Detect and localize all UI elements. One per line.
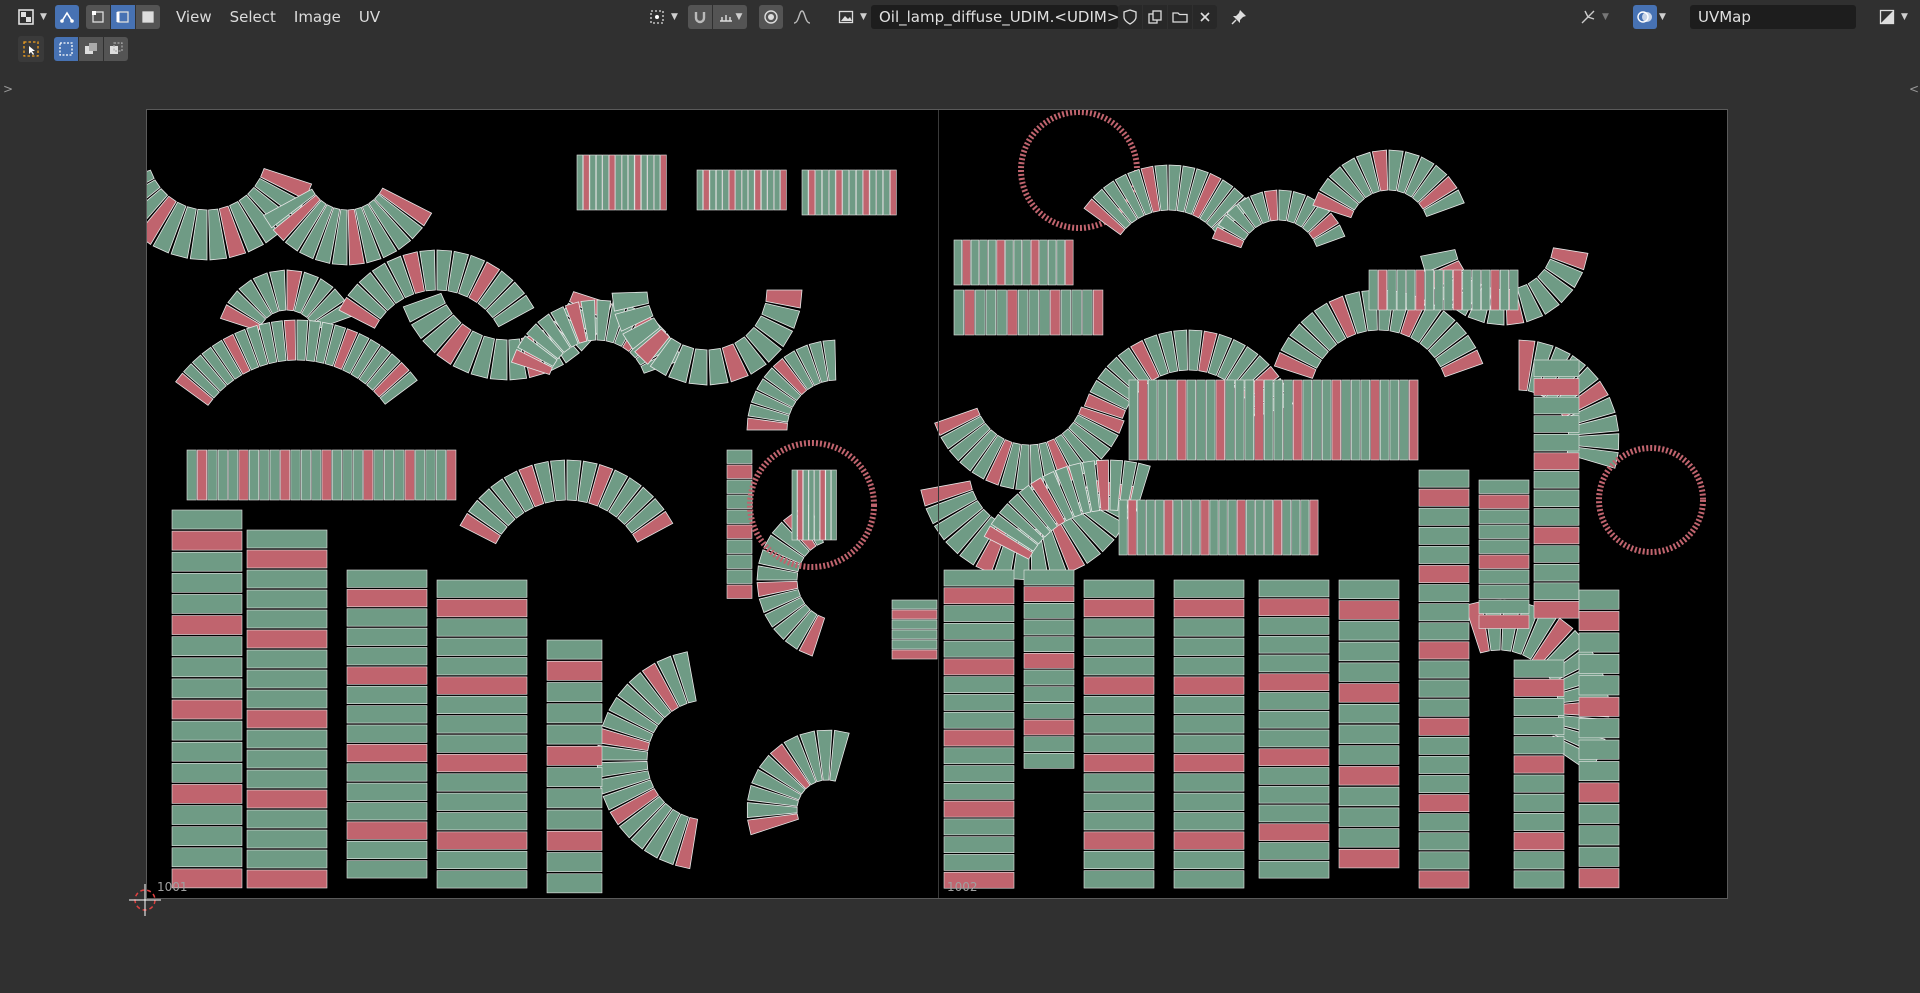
- pivot-point-icon: [645, 5, 669, 29]
- select-extend-icon[interactable]: [79, 37, 103, 61]
- uv-island-arc: [175, 319, 418, 406]
- snap-target-dropdown[interactable]: ▼: [713, 5, 747, 29]
- uv-island-strip: [726, 449, 753, 599]
- uv-editor-icon: [14, 5, 38, 29]
- sidebar-expand-icon[interactable]: <: [1909, 82, 1919, 96]
- select-subtract-icon[interactable]: [104, 37, 128, 61]
- uv-island-strip: [346, 569, 428, 879]
- 2d-cursor-icon[interactable]: [127, 882, 163, 918]
- overlay-dropdown[interactable]: ▼: [1633, 5, 1666, 29]
- falloff-curve-icon[interactable]: [788, 5, 816, 29]
- select-box-tool-icon[interactable]: [18, 36, 44, 62]
- uv-island-strip: [436, 579, 528, 889]
- fake-user-shield-icon[interactable]: [1118, 5, 1142, 29]
- uv-island-strip: [171, 509, 243, 889]
- uv-island-strip: [891, 599, 938, 660]
- edge-select-icon[interactable]: [111, 5, 135, 29]
- uv-island-strip: [1258, 579, 1330, 879]
- uv-island-arc: [596, 651, 699, 870]
- chevron-down-icon: ▼: [860, 12, 867, 22]
- uv-island-strip: [546, 639, 603, 894]
- display-channels-dropdown[interactable]: ▼: [1875, 5, 1908, 29]
- face-select-icon[interactable]: [136, 5, 160, 29]
- overlay-icon: [1633, 5, 1657, 29]
- chevron-down-icon: ▼: [1659, 12, 1666, 22]
- unlink-close-icon[interactable]: [1193, 5, 1217, 29]
- select-mode-group: [86, 5, 160, 29]
- snap-magnet-icon[interactable]: [688, 5, 712, 29]
- menu-view[interactable]: View: [167, 5, 221, 29]
- uv-island-arc: [459, 459, 674, 545]
- menu-select[interactable]: Select: [221, 5, 285, 29]
- snap-increment-icon: [718, 9, 734, 25]
- menu-image[interactable]: Image: [285, 5, 350, 29]
- display-channels-icon: [1875, 5, 1899, 29]
- snap-group: ▼: [688, 5, 747, 29]
- chevron-down-icon: ▼: [40, 12, 47, 22]
- tool-settings: [18, 36, 128, 62]
- uv-island-strip: [1173, 579, 1245, 889]
- editor-header: ▼ View Select Image UV ▼ ▼ ▼ Oil_lamp_di…: [0, 0, 1920, 33]
- chevron-down-icon: ▼: [671, 12, 678, 22]
- uv-island-strip: [953, 289, 1104, 336]
- chevron-down-icon: ▼: [1602, 12, 1609, 22]
- uv-island-strip: [1083, 579, 1155, 889]
- uv-island-strip: [1023, 569, 1075, 769]
- chevron-down-icon: ▼: [1901, 12, 1908, 22]
- udim-tile-label-1002: 1002: [947, 880, 978, 894]
- uv-island-strip: [1478, 479, 1530, 629]
- pivot-point-dropdown[interactable]: ▼: [645, 5, 678, 29]
- uv-island-strip: [1533, 359, 1580, 619]
- uv-sync-selection-icon[interactable]: [55, 5, 79, 29]
- uv-canvas[interactable]: 1001 1002: [146, 109, 1728, 899]
- uv-island-strip: [246, 529, 328, 889]
- uv-island-strip: [943, 569, 1015, 889]
- proportional-edit-icon[interactable]: [759, 5, 783, 29]
- uv-island-strip: [953, 239, 1074, 286]
- uv-island-strip: [791, 469, 837, 541]
- image-browse-icon: [834, 5, 858, 29]
- uv-island-arc: [746, 729, 850, 836]
- select-new-icon[interactable]: [54, 37, 78, 61]
- pin-icon[interactable]: [1227, 5, 1251, 29]
- image-name-field[interactable]: Oil_lamp_diffuse_UDIM.<UDIM>.png: [871, 5, 1153, 29]
- uv-layout: [147, 110, 1706, 894]
- uv-island-strip: [696, 169, 787, 211]
- uv-island-arc: [1312, 149, 1465, 219]
- uv-island-strip: [576, 154, 667, 211]
- editor-type-menu[interactable]: ▼: [14, 5, 47, 29]
- uv-island-strip: [1418, 469, 1470, 889]
- uv-island-strip: [1338, 579, 1400, 869]
- open-folder-icon[interactable]: [1168, 5, 1192, 29]
- image-actions: [1118, 5, 1217, 29]
- uv-map-field[interactable]: UVMap: [1690, 5, 1856, 29]
- toolbar-expand-icon[interactable]: >: [3, 82, 13, 96]
- gizmo-dropdown[interactable]: ▼: [1576, 5, 1609, 29]
- vertex-select-icon[interactable]: [86, 5, 110, 29]
- gizmo-icon: [1576, 5, 1600, 29]
- duplicate-image-icon[interactable]: [1143, 5, 1167, 29]
- menu-uv[interactable]: UV: [350, 5, 389, 29]
- image-browse-dropdown[interactable]: ▼: [834, 5, 867, 29]
- chevron-down-icon: ▼: [735, 12, 743, 22]
- uv-island-strip: [1513, 659, 1565, 889]
- uv-island-strip: [1118, 499, 1319, 556]
- udim-tile-divider: [938, 110, 939, 898]
- uv-island-strip: [186, 449, 457, 501]
- uv-island-arc: [746, 339, 837, 431]
- uv-island-strip: [801, 169, 897, 216]
- menu-bar: View Select Image UV: [167, 5, 389, 29]
